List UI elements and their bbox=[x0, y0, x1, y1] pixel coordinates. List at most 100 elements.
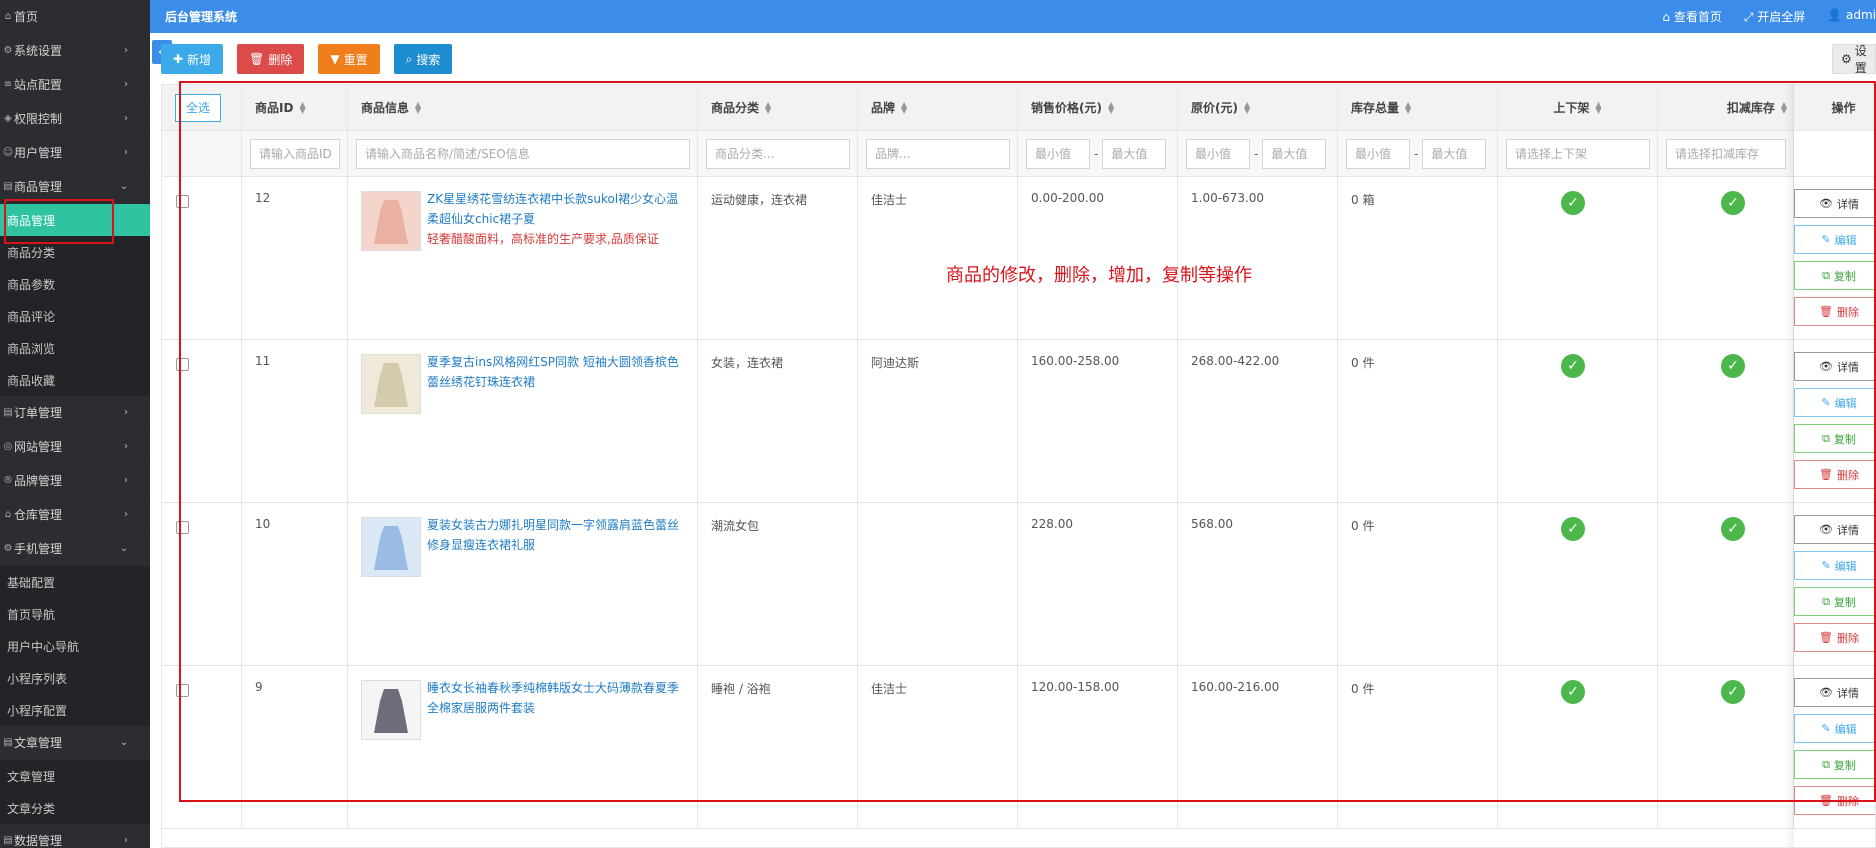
orig_price-min-input[interactable] bbox=[1186, 138, 1250, 169]
edit-button[interactable]: ✎ 编辑 bbox=[1794, 388, 1875, 417]
product-title-link[interactable]: ZK星星绣花雪纺连衣裙中长款sukol裙少女心温柔超仙女chic裙子夏 bbox=[427, 189, 689, 229]
header-cell-ops[interactable]: 操作 bbox=[1794, 85, 1875, 130]
check-circle-icon[interactable]: ✓ bbox=[1721, 354, 1745, 378]
header-cell-sale_price[interactable]: 销售价格(元) ▲ ▼ bbox=[1018, 85, 1178, 130]
sidebar-item[interactable]: ⌂ 首页 bbox=[0, 0, 150, 34]
copy-button[interactable]: ⧉ 复制 bbox=[1794, 261, 1875, 290]
sidebar-subitem[interactable]: 基础配置 bbox=[0, 566, 150, 598]
sidebar-item[interactable]: ⌂ 仓库管理 › bbox=[0, 498, 150, 532]
sidebar-item[interactable]: ▤ 文章管理 ⌄ bbox=[0, 726, 150, 760]
sidebar-subitem[interactable]: 小程序配置 bbox=[0, 694, 150, 726]
product-title-link[interactable]: 夏装女装古力娜扎明星同款一字领露肩蓝色蕾丝修身显瘦连衣裙礼服 bbox=[427, 515, 689, 555]
add-button[interactable]: ✚ 新增 bbox=[161, 44, 224, 74]
sort-icon[interactable]: ▲ ▼ bbox=[1244, 100, 1250, 114]
sidebar-subitem[interactable]: 商品管理 bbox=[0, 204, 150, 236]
delete-button[interactable]: 🗑 删除 bbox=[237, 44, 305, 74]
sort-icon[interactable]: ▲ ▼ bbox=[415, 100, 421, 114]
sidebar-item[interactable]: ▤ 商品管理 ⌄ bbox=[0, 170, 150, 204]
check-circle-icon[interactable]: ✓ bbox=[1561, 517, 1585, 541]
sidebar-subitem[interactable]: 文章管理 bbox=[0, 760, 150, 792]
header-cell-deduct[interactable]: 扣减库存 ▲ ▼ bbox=[1658, 85, 1794, 130]
copy-button[interactable]: ⧉ 复制 bbox=[1794, 750, 1875, 779]
check-circle-icon[interactable]: ✓ bbox=[1721, 517, 1745, 541]
sidebar-subitem[interactable]: 小程序列表 bbox=[0, 662, 150, 694]
product-title-link[interactable]: 睡衣女长袖春秋季纯棉韩版女士大码薄款春夏季全棉家居服两件套装 bbox=[427, 678, 689, 718]
sale_price-max-input[interactable] bbox=[1102, 138, 1167, 169]
sidebar-item[interactable]: ® 品牌管理 › bbox=[0, 464, 150, 498]
goods-info-input[interactable] bbox=[356, 138, 690, 169]
sidebar-item[interactable]: ◈ 权限控制 › bbox=[0, 102, 150, 136]
header-cell-info[interactable]: 商品信息 ▲ ▼ bbox=[348, 85, 698, 130]
detail-button[interactable]: 👁 详情 bbox=[1794, 515, 1875, 544]
detail-button[interactable]: 👁 详情 bbox=[1794, 352, 1875, 381]
check-circle-icon[interactable]: ✓ bbox=[1561, 354, 1585, 378]
edit-button[interactable]: ✎ 编辑 bbox=[1794, 225, 1875, 254]
sidebar-subitem[interactable]: 商品收藏 bbox=[0, 364, 150, 396]
sort-icon[interactable]: ▲ ▼ bbox=[299, 100, 305, 114]
header-cell-id[interactable]: 商品ID ▲ ▼ bbox=[242, 85, 348, 130]
product-thumbnail[interactable] bbox=[361, 680, 421, 740]
view-home-link[interactable]: ⌂ 查看首页 bbox=[1662, 8, 1721, 25]
sidebar-subitem[interactable]: 用户中心导航 bbox=[0, 630, 150, 662]
check-circle-icon[interactable]: ✓ bbox=[1721, 191, 1745, 215]
fullscreen-link[interactable]: ⤢ 开启全屏 bbox=[1744, 8, 1805, 25]
sidebar-subitem[interactable]: 首页导航 bbox=[0, 598, 150, 630]
select-all-button[interactable]: 全选 bbox=[175, 93, 221, 122]
user-menu[interactable]: 👤 admi bbox=[1827, 8, 1876, 25]
sort-icon[interactable]: ▲ ▼ bbox=[765, 100, 771, 114]
deduct-select[interactable] bbox=[1666, 138, 1786, 169]
product-title-link[interactable]: 夏季复古ins风格网红SP同款 短袖大圆领香槟色蕾丝绣花钉珠连衣裙 bbox=[427, 352, 689, 392]
sort-icon[interactable]: ▲ ▼ bbox=[1108, 100, 1114, 114]
orig_price-max-input[interactable] bbox=[1262, 138, 1327, 169]
sidebar-subitem[interactable]: 商品参数 bbox=[0, 268, 150, 300]
copy-button[interactable]: ⧉ 复制 bbox=[1794, 424, 1875, 453]
row-checkbox[interactable] bbox=[176, 358, 189, 371]
remove-button[interactable]: 🗑 删除 bbox=[1794, 786, 1875, 815]
product-thumbnail[interactable] bbox=[361, 517, 421, 577]
sidebar-subitem[interactable]: 商品分类 bbox=[0, 236, 150, 268]
sidebar-item[interactable]: ☺ 用户管理 › bbox=[0, 136, 150, 170]
check-circle-icon[interactable]: ✓ bbox=[1561, 680, 1585, 704]
sort-icon[interactable]: ▲ ▼ bbox=[1595, 100, 1601, 114]
sidebar-item[interactable]: ▤ 订单管理 › bbox=[0, 396, 150, 430]
reset-button[interactable]: ▼ 重置 bbox=[318, 44, 380, 74]
product-thumbnail[interactable] bbox=[361, 191, 421, 251]
goods-id-input[interactable] bbox=[250, 138, 340, 169]
sidebar-item[interactable]: ≡ 站点配置 › bbox=[0, 68, 150, 102]
brand-input[interactable] bbox=[866, 138, 1010, 169]
detail-button[interactable]: 👁 详情 bbox=[1794, 678, 1875, 707]
copy-button[interactable]: ⧉ 复制 bbox=[1794, 587, 1875, 616]
header-cell-stock[interactable]: 库存总量 ▲ ▼ bbox=[1338, 85, 1498, 130]
sidebar-subitem[interactable]: 商品评论 bbox=[0, 300, 150, 332]
stock-max-input[interactable] bbox=[1422, 138, 1487, 169]
sort-icon[interactable]: ▲ ▼ bbox=[901, 100, 907, 114]
check-circle-icon[interactable]: ✓ bbox=[1561, 191, 1585, 215]
sidebar-item[interactable]: ◎ 网站管理 › bbox=[0, 430, 150, 464]
header-cell-brand[interactable]: 品牌 ▲ ▼ bbox=[858, 85, 1018, 130]
remove-button[interactable]: 🗑 删除 bbox=[1794, 297, 1875, 326]
product-thumbnail[interactable] bbox=[361, 354, 421, 414]
header-cell-shelf[interactable]: 上下架 ▲ ▼ bbox=[1498, 85, 1658, 130]
header-cell-category[interactable]: 商品分类 ▲ ▼ bbox=[698, 85, 858, 130]
remove-button[interactable]: 🗑 删除 bbox=[1794, 460, 1875, 489]
sidebar-item[interactable]: ⚙ 系统设置 › bbox=[0, 34, 150, 68]
edit-button[interactable]: ✎ 编辑 bbox=[1794, 714, 1875, 743]
row-checkbox[interactable] bbox=[176, 195, 189, 208]
remove-button[interactable]: 🗑 删除 bbox=[1794, 623, 1875, 652]
shelf-select[interactable] bbox=[1506, 138, 1650, 169]
sidebar-item[interactable]: ▤ 数据管理 › bbox=[0, 824, 150, 848]
sidebar-subitem[interactable]: 商品浏览 bbox=[0, 332, 150, 364]
header-cell-orig_price[interactable]: 原价(元) ▲ ▼ bbox=[1178, 85, 1338, 130]
sort-icon[interactable]: ▲ ▼ bbox=[1405, 100, 1411, 114]
row-checkbox[interactable] bbox=[176, 684, 189, 697]
detail-button[interactable]: 👁 详情 bbox=[1794, 189, 1875, 218]
settings-button[interactable]: ⚙ 设置 bbox=[1832, 44, 1876, 75]
sidebar-subitem[interactable]: 文章分类 bbox=[0, 792, 150, 824]
stock-min-input[interactable] bbox=[1346, 138, 1410, 169]
row-checkbox[interactable] bbox=[176, 521, 189, 534]
sort-icon[interactable]: ▲ ▼ bbox=[1781, 100, 1787, 114]
edit-button[interactable]: ✎ 编辑 bbox=[1794, 551, 1875, 580]
category-input[interactable] bbox=[706, 138, 850, 169]
sale_price-min-input[interactable] bbox=[1026, 138, 1090, 169]
search-button[interactable]: ⌕ 搜索 bbox=[393, 44, 453, 74]
